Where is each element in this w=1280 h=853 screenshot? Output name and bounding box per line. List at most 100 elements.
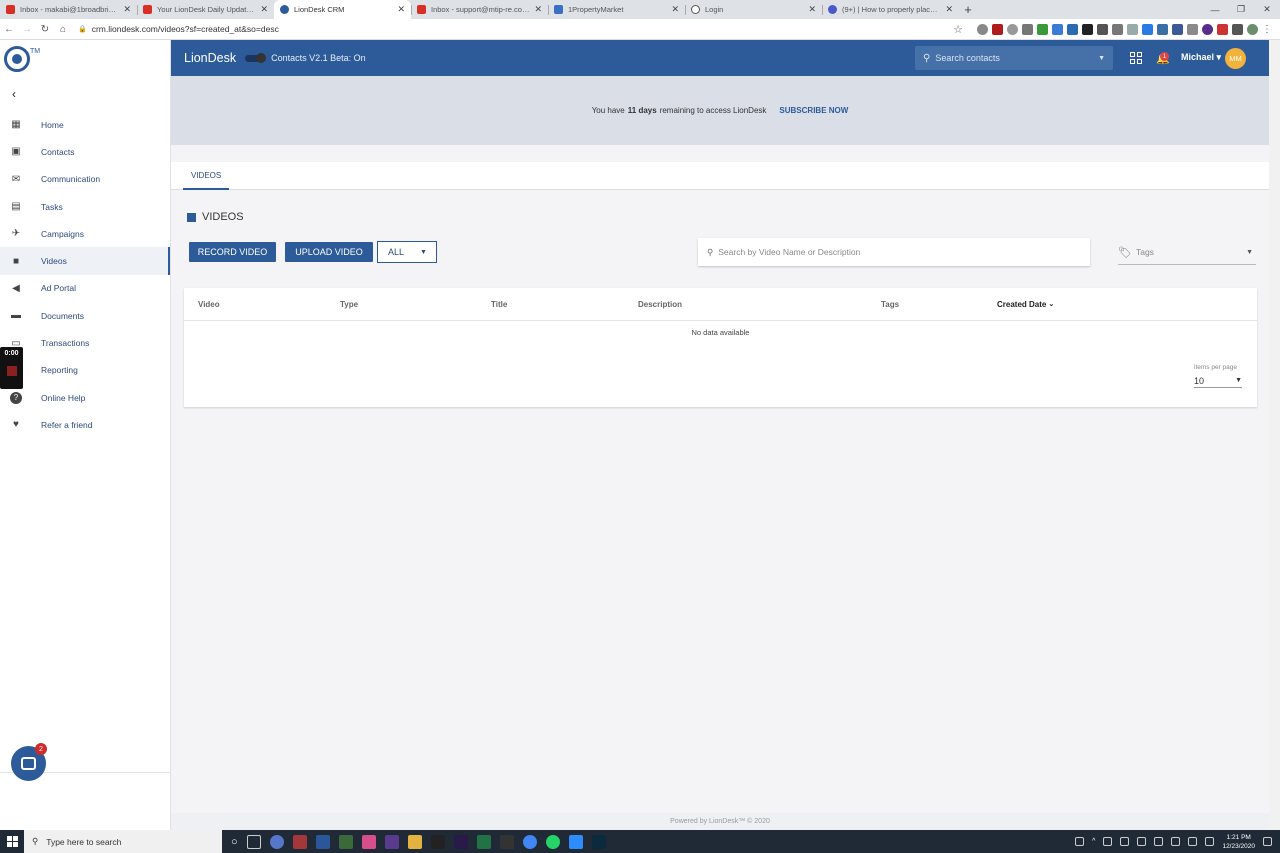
menu-icon[interactable]: ⋮	[1262, 24, 1272, 35]
close-icon[interactable]: ✕	[397, 4, 405, 15]
sidebar-item-contacts[interactable]: ▣ Contacts	[0, 138, 170, 165]
premiere-icon[interactable]	[453, 834, 468, 849]
stop-recording-icon[interactable]	[6, 366, 17, 376]
extension-icon[interactable]	[1022, 23, 1033, 35]
column-header-title[interactable]: Title	[491, 288, 507, 320]
upload-video-button[interactable]: UPLOAD VIDEO	[285, 242, 373, 262]
scrollbar[interactable]	[1269, 40, 1280, 830]
pdf-icon[interactable]	[992, 23, 1003, 35]
tab-videos[interactable]: VIDEOS	[183, 162, 230, 190]
recording-widget[interactable]: 0:00	[0, 347, 23, 389]
url-field[interactable]: 🔒 crm.liondesk.com/videos?sf=created_at&…	[78, 24, 279, 34]
close-icon[interactable]: ✕	[123, 4, 131, 15]
network-icon[interactable]	[1188, 837, 1198, 846]
access-icon[interactable]	[292, 834, 307, 849]
zoom-icon[interactable]	[568, 834, 583, 849]
extension-icon[interactable]	[1037, 23, 1048, 35]
extension-icon[interactable]	[1157, 23, 1168, 35]
cloud-icon[interactable]	[1052, 23, 1063, 35]
sidebar-item-online-help[interactable]: ? Online Help	[0, 384, 170, 411]
taskbar-clock[interactable]: 1:21 PM 12/23/2020	[1222, 833, 1255, 851]
word-icon[interactable]	[315, 834, 330, 849]
minimize-icon[interactable]: —	[1202, 5, 1228, 15]
video-search-input[interactable]: ⚲ Search by Video Name or Description	[698, 238, 1090, 266]
tray-icon[interactable]	[1120, 837, 1130, 846]
tags-select[interactable]: 🏷 Tags ▼	[1118, 240, 1256, 265]
column-header-tags[interactable]: Tags	[881, 288, 899, 320]
close-icon[interactable]: ✕	[945, 4, 953, 15]
browser-tab[interactable]: 1PropertyMarket ✕	[548, 0, 685, 19]
photoshop-icon[interactable]	[591, 834, 606, 849]
sidebar-item-transactions[interactable]: ▭ Transactions	[0, 329, 170, 356]
browser-tab-active[interactable]: LionDesk CRM ✕	[274, 0, 411, 19]
browser-tab[interactable]: (9+) | How to properly place the ✕	[822, 0, 959, 19]
extension-icon[interactable]	[1067, 23, 1078, 35]
user-menu[interactable]: Michael ▾	[1181, 52, 1221, 63]
browser-tab[interactable]: Inbox - support@mtip-re.com - ✕	[411, 0, 548, 19]
app-icon[interactable]	[269, 834, 284, 849]
windows-start-icon[interactable]	[0, 830, 24, 853]
tray-icon[interactable]	[1137, 837, 1147, 846]
acrobat-icon[interactable]	[430, 834, 445, 849]
extension-icon[interactable]	[977, 23, 988, 35]
sidebar-item-documents[interactable]: ▬ Documents	[0, 302, 170, 329]
close-icon[interactable]: ✕	[534, 4, 542, 15]
browser-tab[interactable]: Your LionDesk Daily Update - su ✕	[137, 0, 274, 19]
restore-icon[interactable]: ❐	[1228, 4, 1254, 15]
new-tab-button[interactable]: +	[959, 0, 977, 19]
column-header-video[interactable]: Video	[198, 288, 220, 320]
facebook-icon[interactable]	[1172, 23, 1183, 35]
cortana-icon[interactable]: ○	[231, 836, 238, 848]
chevron-up-icon[interactable]: ^	[1092, 838, 1095, 845]
browser-tab[interactable]: Inbox - makabi@1broadbridge. ✕	[0, 0, 137, 19]
apps-grid-icon[interactable]	[1130, 52, 1142, 64]
back-icon[interactable]: ←	[0, 24, 18, 35]
extension-icon[interactable]	[1202, 23, 1213, 35]
app-icon[interactable]	[384, 834, 399, 849]
onedrive-icon[interactable]	[1154, 837, 1164, 846]
sidebar-item-tasks[interactable]: ▤ Tasks	[0, 193, 170, 220]
app-icon[interactable]	[338, 834, 353, 849]
file-explorer-icon[interactable]	[407, 834, 422, 849]
extension-icon[interactable]	[1187, 23, 1198, 35]
puzzle-icon[interactable]	[1232, 23, 1243, 35]
notifications-icon[interactable]	[1263, 837, 1272, 846]
logo-area[interactable]: TM	[0, 40, 170, 77]
profile-icon[interactable]	[1247, 23, 1258, 35]
task-view-icon[interactable]	[246, 834, 261, 849]
keyboard-icon[interactable]	[1205, 837, 1215, 846]
collapse-sidebar-icon[interactable]: ‹	[0, 77, 170, 111]
forward-icon[interactable]: →	[18, 24, 36, 35]
tray-icon[interactable]	[1075, 837, 1085, 846]
extension-icon[interactable]	[1142, 23, 1153, 35]
chevron-down-icon[interactable]: ▼	[1098, 55, 1105, 62]
sidebar-item-ad-portal[interactable]: ◀ Ad Portal	[0, 275, 170, 302]
sidebar-item-communication[interactable]: ✉ Communication	[0, 166, 170, 193]
filter-select[interactable]: ALL ▼	[377, 241, 437, 263]
extension-icon[interactable]	[1127, 23, 1138, 35]
volume-icon[interactable]	[1171, 837, 1181, 846]
sidebar-item-campaigns[interactable]: ✈ Campaigns	[0, 220, 170, 247]
microphone-icon[interactable]	[1103, 837, 1113, 846]
sidebar-item-videos[interactable]: ■ Videos	[0, 247, 170, 275]
items-per-page-select[interactable]: 10 ▼	[1194, 374, 1242, 388]
whatsapp-icon[interactable]	[545, 834, 560, 849]
extension-icon[interactable]	[1217, 23, 1228, 35]
close-window-icon[interactable]: ✕	[1254, 4, 1280, 15]
photos-icon[interactable]	[361, 834, 376, 849]
column-header-type[interactable]: Type	[340, 288, 358, 320]
brand-name[interactable]: LionDesk	[184, 51, 236, 65]
star-icon[interactable]: ☆	[953, 23, 963, 36]
contact-search-input[interactable]: ⚲ Search contacts ▼	[915, 46, 1113, 70]
close-icon[interactable]: ✕	[260, 4, 268, 15]
chrome-icon[interactable]	[522, 834, 537, 849]
extension-icon[interactable]	[1097, 23, 1108, 35]
sidebar-item-home[interactable]: ▦ Home	[0, 111, 170, 138]
close-icon[interactable]: ✕	[671, 4, 679, 15]
beta-toggle[interactable]	[245, 52, 267, 63]
arrow-icon[interactable]	[1082, 23, 1093, 35]
reload-icon[interactable]: ↻	[36, 24, 54, 35]
subscribe-now-link[interactable]: SUBSCRIBE NOW	[779, 106, 848, 115]
column-header-created-date[interactable]: Created Date ⌄	[997, 288, 1054, 320]
browser-tab[interactable]: Login ✕	[685, 0, 822, 19]
